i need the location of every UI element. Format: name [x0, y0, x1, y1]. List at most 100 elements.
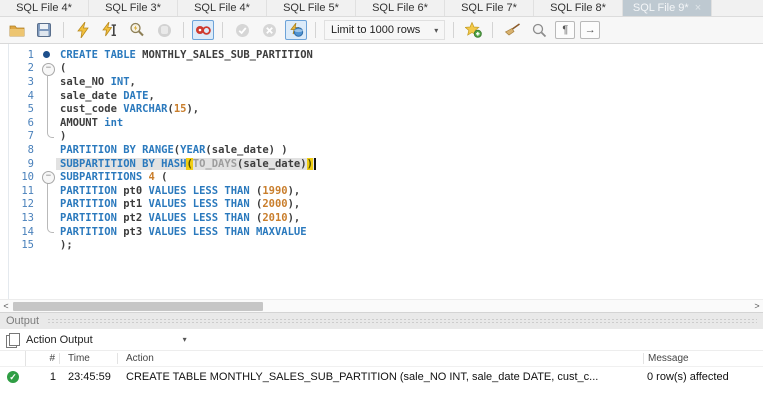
- fold-marker-icon: [40, 88, 56, 103]
- fold-marker-icon: [40, 75, 56, 89]
- rollback-button[interactable]: [258, 20, 280, 40]
- code-line-15[interactable]: 15);: [0, 238, 763, 252]
- code-line-13[interactable]: 13 PARTITION pt2 VALUES LESS THAN (2010),: [0, 211, 763, 225]
- toolbar-separator: [183, 22, 184, 38]
- tab-label: SQL File 5*: [283, 2, 339, 14]
- stop-hand-icon: [157, 23, 171, 37]
- show-invisibles-button[interactable]: ¶: [555, 21, 576, 39]
- fold-marker-icon[interactable]: [40, 170, 56, 184]
- line-number: 9: [27, 157, 34, 170]
- save-snippet-button[interactable]: [462, 20, 484, 40]
- line-number: 5: [27, 103, 34, 116]
- code-text: );: [60, 239, 73, 252]
- code-line-8[interactable]: 8 PARTITION BY RANGE(YEAR(sale_date) ): [0, 143, 763, 157]
- scrollbar-track[interactable]: [12, 301, 751, 312]
- execute-button[interactable]: [72, 20, 94, 40]
- limit-rows-dropdown[interactable]: Limit to 1000 rows ▾: [324, 20, 446, 40]
- close-icon[interactable]: ×: [695, 2, 701, 14]
- explain-magnifier-icon: [130, 22, 144, 37]
- line-number: 13: [21, 211, 34, 224]
- toggle-autocommit-button[interactable]: [285, 20, 307, 40]
- line-number: 11: [21, 184, 34, 197]
- broom-icon: [504, 23, 520, 36]
- code-line-9[interactable]: 9 SUBPARTITION BY HASH(TO_DAYS(sale_date)…: [0, 157, 763, 171]
- tab-sql-file-5[interactable]: SQL File 7*: [445, 0, 534, 16]
- tab-sql-file-0[interactable]: SQL File 4*: [0, 0, 89, 16]
- tab-sql-file-6[interactable]: SQL File 8*: [534, 0, 623, 16]
- code-text: AMOUNT int: [60, 116, 124, 129]
- tab-label: SQL File 6*: [372, 2, 428, 14]
- commit-button[interactable]: [231, 20, 253, 40]
- sql-editor-toolbar: Limit to 1000 rows ▾ ¶ →: [0, 17, 763, 44]
- code-line-10[interactable]: 10 SUBPARTITIONS 4 (: [0, 170, 763, 184]
- output-view-label: Action Output: [26, 333, 93, 346]
- horizontal-scrollbar[interactable]: < >: [0, 299, 763, 312]
- code-text: (: [60, 62, 67, 75]
- code-line-5[interactable]: 5 cust_code VARCHAR(15),: [0, 102, 763, 116]
- code-text: SUBPARTITION BY HASH(TO_DAYS(sale_date)): [56, 157, 316, 170]
- code-text: sale_date DATE,: [60, 89, 155, 102]
- tab-label: SQL File 9*: [632, 2, 689, 14]
- code-line-3[interactable]: 3 sale_NO INT,: [0, 75, 763, 89]
- fold-marker-icon[interactable]: [40, 62, 56, 76]
- tab-sql-file-3[interactable]: SQL File 5*: [267, 0, 356, 16]
- commit-check-icon: [235, 23, 249, 37]
- gutter-spacer: [40, 143, 56, 157]
- grid-rows: ✓ 1 23:45:59 CREATE TABLE MONTHLY_SALES_SUB…: [0, 367, 763, 386]
- tab-sql-file-1[interactable]: SQL File 3*: [89, 0, 178, 16]
- line-number: 4: [27, 89, 34, 102]
- code-text: PARTITION BY RANGE(YEAR(sale_date) ): [60, 143, 288, 156]
- scrollbar-thumb[interactable]: [13, 301, 263, 311]
- code-text: PARTITION pt0 VALUES LESS THAN (1990),: [60, 184, 301, 197]
- code-text: cust_code VARCHAR(15),: [60, 103, 200, 116]
- row-index: 1: [49, 370, 56, 383]
- code-line-2[interactable]: 2(: [0, 62, 763, 76]
- statement-marker-icon: [40, 48, 56, 62]
- code-line-7[interactable]: 7): [0, 129, 763, 144]
- code-line-6[interactable]: 6 AMOUNT int: [0, 115, 763, 130]
- code-line-4[interactable]: 4 sale_date DATE,: [0, 88, 763, 103]
- toggle-stop-on-error-button[interactable]: [192, 20, 214, 40]
- output-toolbar: Action Output ▾: [0, 329, 763, 351]
- beautify-button[interactable]: [501, 20, 523, 40]
- sql-code-editor[interactable]: 1 CREATE TABLE MONTHLY_SALES_SUB_PARTITIO…: [0, 44, 763, 299]
- open-file-button[interactable]: [6, 20, 28, 40]
- scroll-left-arrow[interactable]: <: [0, 300, 12, 313]
- code-line-12[interactable]: 12 PARTITION pt1 VALUES LESS THAN (2000),: [0, 197, 763, 212]
- save-button[interactable]: [33, 20, 55, 40]
- action-column-header: Action: [126, 353, 154, 364]
- output-panel-header[interactable]: Output: [0, 312, 763, 329]
- explain-button[interactable]: [126, 20, 148, 40]
- action-output-row[interactable]: ✓ 1 23:45:59 CREATE TABLE MONTHLY_SALES_SUB…: [0, 367, 763, 386]
- line-number: 8: [27, 143, 34, 156]
- scroll-right-arrow[interactable]: >: [751, 300, 763, 313]
- execute-current-statement-button[interactable]: [99, 20, 121, 40]
- fold-marker-icon: [40, 115, 56, 130]
- stacked-output-icon: [6, 333, 20, 348]
- fold-marker-icon: [40, 224, 56, 239]
- pilcrow-icon: ¶: [562, 24, 569, 36]
- chevron-down-icon: ▾: [434, 25, 439, 35]
- toolbar-separator: [492, 22, 494, 38]
- code-line-11[interactable]: 11 PARTITION pt0 VALUES LESS THAN (1990),: [0, 183, 763, 198]
- panel-grip-texture: [47, 318, 757, 324]
- line-number: 6: [27, 116, 34, 129]
- toolbar-separator: [222, 22, 223, 38]
- find-button[interactable]: [528, 20, 550, 40]
- code-text: sale_NO INT,: [60, 75, 136, 88]
- tab-label: SQL File 3*: [105, 2, 161, 14]
- limit-rows-label: Limit to 1000 rows: [331, 24, 421, 36]
- tab-sql-file-7[interactable]: SQL File 9* ×: [623, 0, 712, 16]
- stop-on-error-icon: [196, 26, 211, 35]
- rollback-x-icon: [262, 23, 276, 37]
- tab-sql-file-2[interactable]: SQL File 4*: [178, 0, 267, 16]
- stop-button[interactable]: [153, 20, 175, 40]
- code-text: SUBPARTITIONS 4 (: [60, 171, 168, 184]
- code-line-14[interactable]: 14 PARTITION pt3 VALUES LESS THAN MAXVALU…: [0, 224, 763, 239]
- toggle-wrap-button[interactable]: →: [580, 21, 601, 39]
- output-view-selector[interactable]: Action Output ▾: [26, 334, 187, 346]
- code-lines: 1 CREATE TABLE MONTHLY_SALES_SUB_PARTITIO…: [0, 48, 763, 252]
- tab-sql-file-4[interactable]: SQL File 6*: [356, 0, 445, 16]
- line-number: 1: [27, 48, 34, 61]
- code-line-1[interactable]: 1 CREATE TABLE MONTHLY_SALES_SUB_PARTITIO…: [0, 48, 763, 62]
